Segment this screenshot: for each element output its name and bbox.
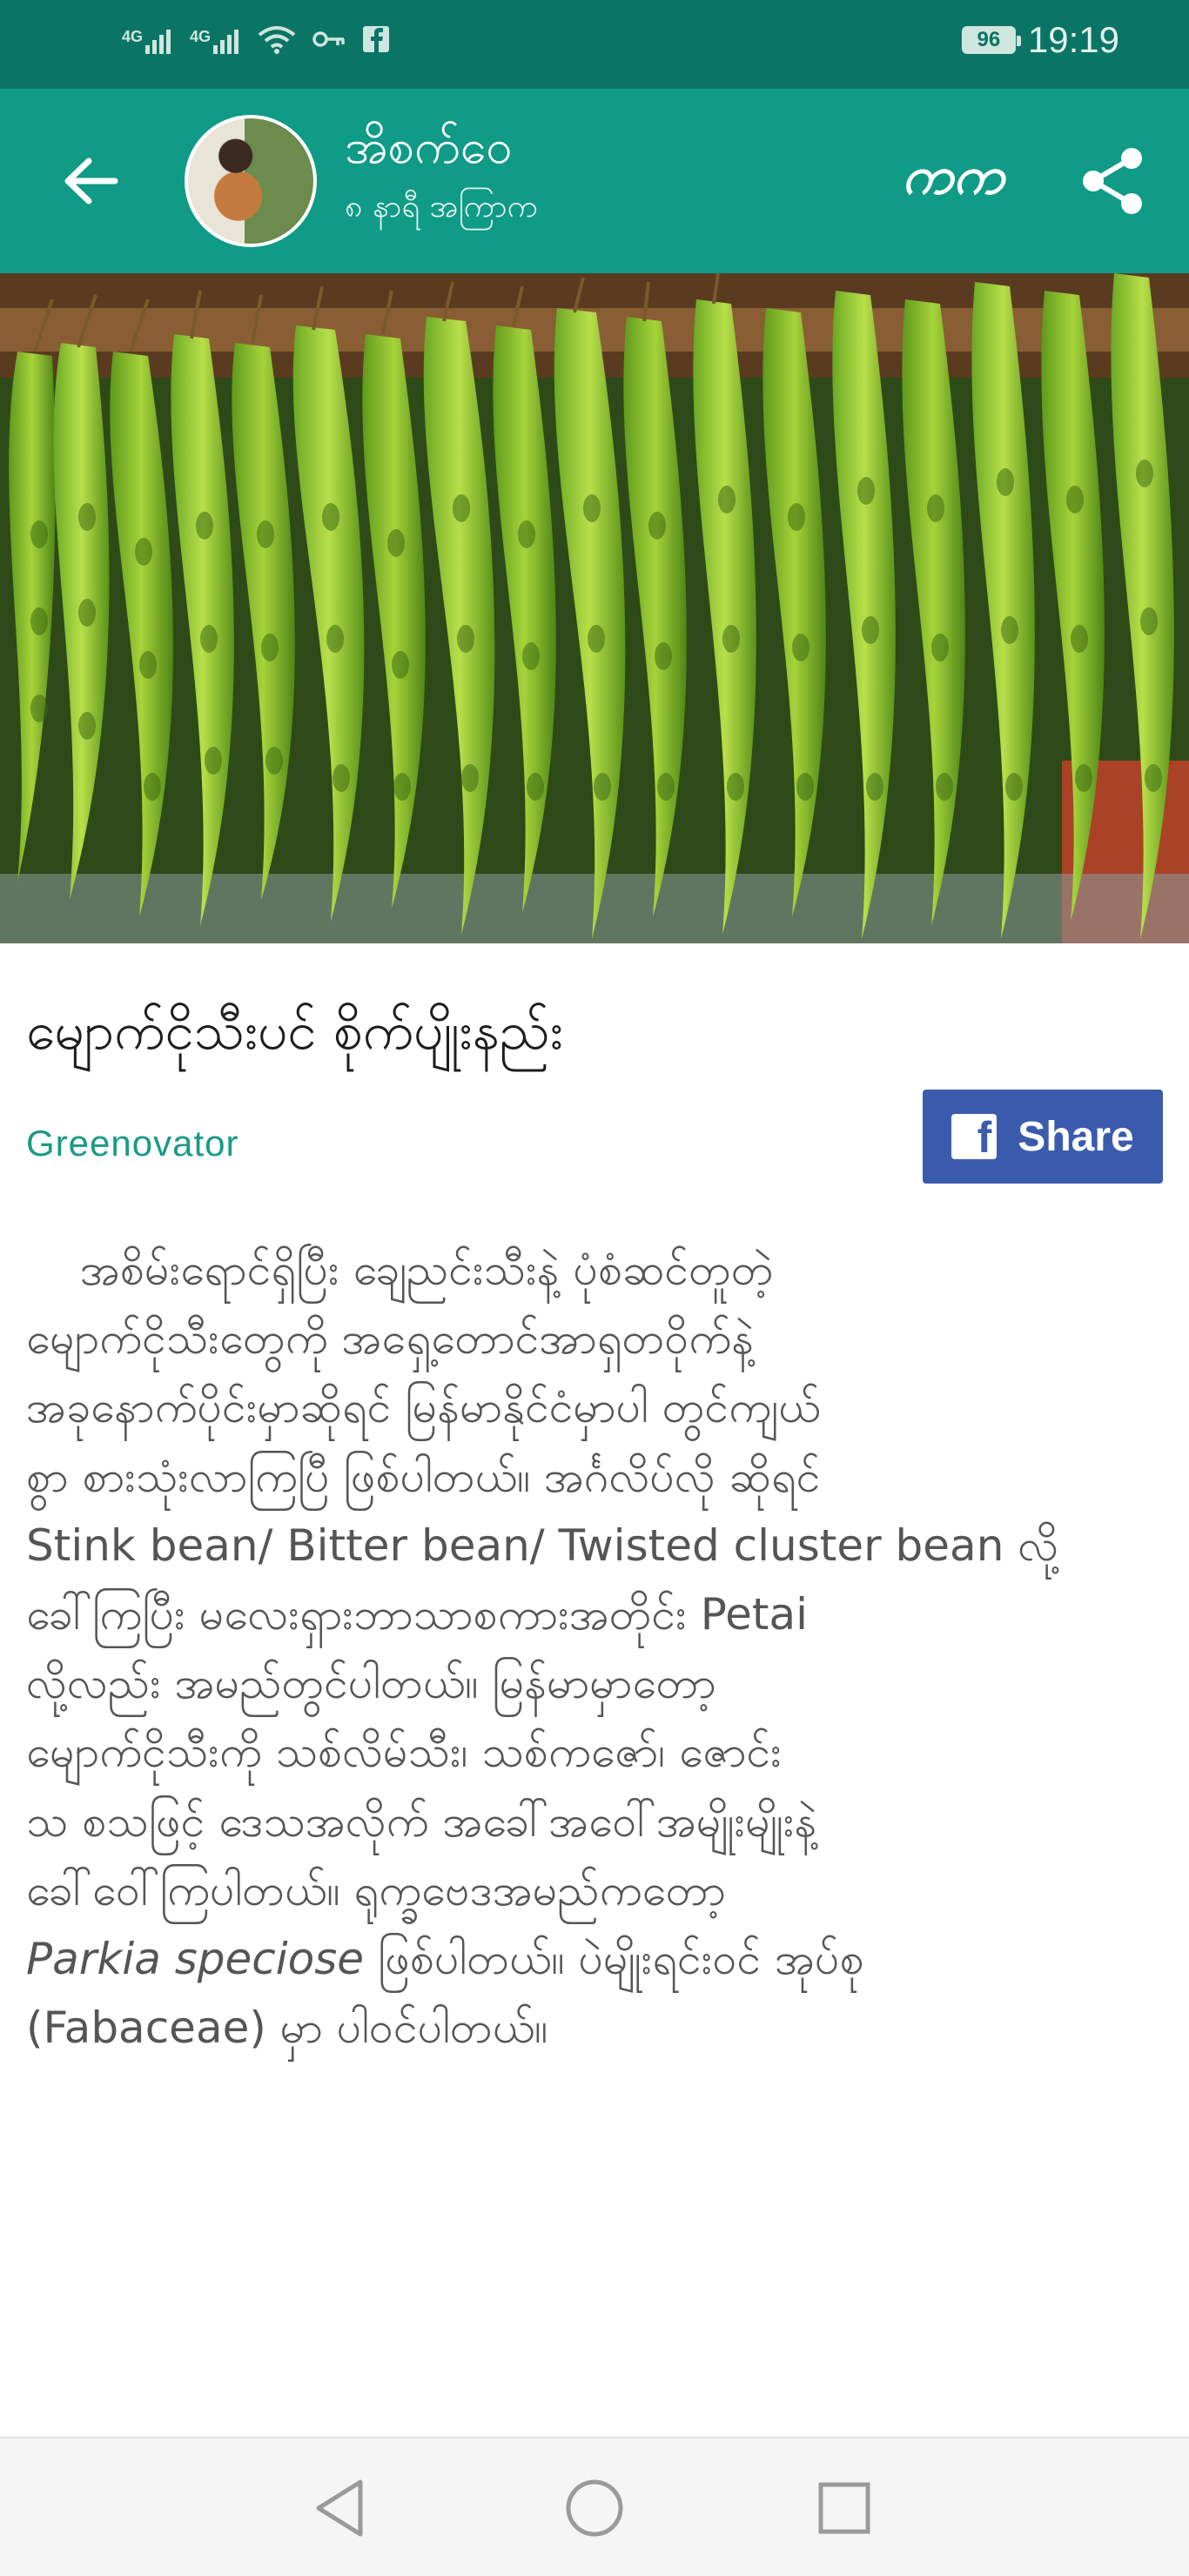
nav-recents-button[interactable] xyxy=(809,2473,879,2543)
body-line: ခေါ်ဝေါ်ကြပါတယ်။ ရုက္ခဗေဒအမည်ကတော့ xyxy=(26,1864,726,1915)
status-icons-left: 4G 4G xyxy=(122,24,390,57)
font-toggle-button[interactable]: ကက xyxy=(897,144,1010,218)
source-link[interactable]: Greenovator xyxy=(26,1123,238,1164)
body-line: သ စသဖြင့် ဒေသအလိုက် အခေါ်အဝေါ်အမျိုးမျို… xyxy=(26,1795,817,1847)
hero-image xyxy=(0,273,1189,943)
signal-icon: 4G xyxy=(122,28,174,54)
nav-back-button[interactable] xyxy=(305,2473,374,2543)
wifi-icon xyxy=(258,24,296,57)
nav-home-button[interactable] xyxy=(560,2473,629,2543)
back-button[interactable] xyxy=(54,144,127,218)
body-line: အခုနောက်ပိုင်းမှာဆိုရင် မြန်မာနိုင်ငံမှာ… xyxy=(26,1382,821,1433)
status-bar: 4G 4G 96 19:19 xyxy=(0,0,1189,89)
battery-level: 96 xyxy=(977,28,1001,51)
author-avatar[interactable] xyxy=(185,115,317,247)
arrow-left-icon xyxy=(64,158,118,205)
share-label: Share xyxy=(1018,1113,1134,1160)
body-line: ခေါ်ကြပြီး မလေးရှားဘာသာစကားအတိုင်း Petai xyxy=(26,1589,809,1640)
network-type-label: 4G xyxy=(190,28,212,45)
body-line: Stink bean/ Bitter bean/ Twisted cluster… xyxy=(26,1519,1059,1571)
bean-pods-illustration xyxy=(0,273,1189,943)
body-line: လို့လည်း အမည်တွင်ပါတယ်။ မြန်မာမှာတော့ xyxy=(26,1658,716,1709)
scientific-name: Parkia speciose xyxy=(26,1934,365,1985)
facebook-icon: f xyxy=(951,1114,998,1159)
battery-indicator: 96 xyxy=(961,26,1021,54)
body-line-rest: ဖြစ်ပါတယ်။ ပဲမျိုးရင်းဝင် အုပ်စု xyxy=(364,1934,864,1985)
back-nav-icon xyxy=(316,2479,363,2537)
article-body: အစိမ်းရောင်ရှိပြီး ချေညင်းသီးနဲ့ ပုံစံဆင… xyxy=(26,1236,1166,2063)
status-icons-right: 96 19:19 xyxy=(961,19,1119,61)
body-line: (Fabaceae) မှာ ပါဝင်ပါတယ်။ xyxy=(26,2002,548,2054)
system-nav-bar xyxy=(0,2437,1189,2576)
share-icon xyxy=(1083,148,1142,214)
app-bar: အိစက်ဝေ ၈ နာရီ အကြာက ကက xyxy=(0,89,1189,273)
author-name[interactable]: အိစက်ဝေ xyxy=(345,118,512,176)
home-nav-icon xyxy=(566,2479,623,2537)
share-button[interactable] xyxy=(1072,141,1152,221)
body-line: စွာ စားသုံးလာကြပြီ ဖြစ်ပါတယ်။ အင်္ဂလိပ်လ… xyxy=(26,1451,821,1502)
body-line: မျောက်ငိုသီးကို သစ်လိမ်သီး၊ သစ်ကဇော်၊ ဇေ… xyxy=(26,1727,782,1778)
clock: 19:19 xyxy=(1027,19,1119,60)
facebook-share-button[interactable]: f Share xyxy=(923,1090,1163,1184)
key-icon xyxy=(312,26,346,56)
post-time: ၈ နာရီ အကြာက xyxy=(345,189,538,225)
recents-nav-icon xyxy=(818,2482,870,2534)
body-line: အစိမ်းရောင်ရှိပြီး ချေညင်းသီးနဲ့ ပုံစံဆင… xyxy=(80,1244,774,1295)
network-type-label: 4G xyxy=(122,28,144,45)
article-title: မျောက်ငိုသီးပင် စိုက်ပျိုးနည်း xyxy=(26,1001,564,1062)
body-line: Parkia speciose ဖြစ်ပါတယ်။ ပဲမျိုးရင်းဝင… xyxy=(26,1925,1166,1994)
notification-app-icon xyxy=(362,25,390,57)
body-line: မျောက်ငိုသီးတွေကို အရှေ့တောင်အာရှတဝိုက်န… xyxy=(26,1313,755,1365)
signal-icon: 4G xyxy=(190,28,242,54)
